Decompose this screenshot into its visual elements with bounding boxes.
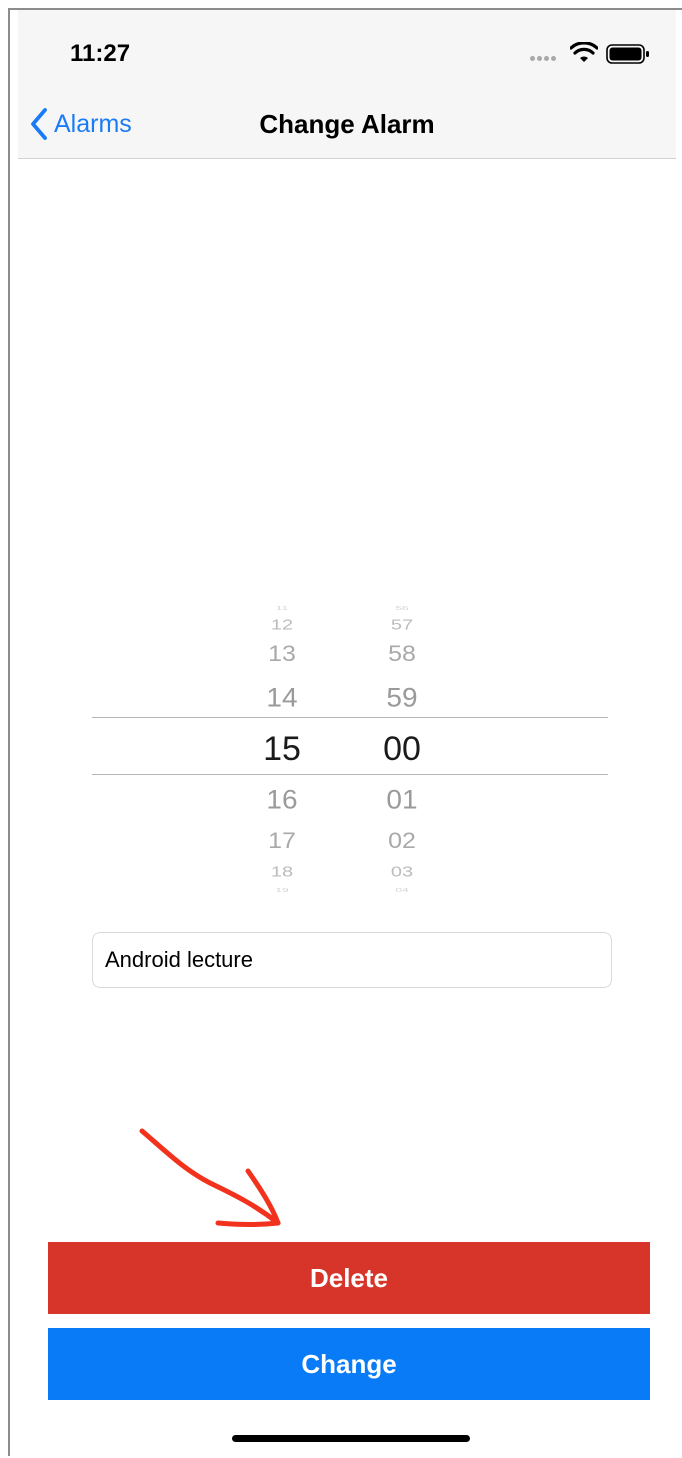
alarm-label-input[interactable]: Android lecture	[92, 932, 612, 988]
hour-option[interactable]: 12	[222, 618, 342, 632]
wifi-icon	[570, 42, 598, 62]
minute-option[interactable]: 59	[342, 684, 462, 712]
minute-option[interactable]: 03	[342, 865, 462, 879]
minute-option[interactable]: 04	[342, 887, 462, 892]
hour-option[interactable]: 18	[222, 865, 342, 879]
change-button[interactable]: Change	[48, 1328, 650, 1400]
hour-option[interactable]: 14	[222, 684, 342, 712]
hour-wheel[interactable]: 11 12 13 14 15 16 17 18 19	[222, 600, 342, 900]
battery-icon	[606, 44, 649, 64]
minute-wheel[interactable]: 56 57 58 59 00 01 02 03 04	[342, 600, 462, 900]
page-title: Change Alarm	[259, 109, 435, 139]
hour-option[interactable]: 16	[222, 786, 342, 814]
minute-option[interactable]: 58	[342, 643, 462, 666]
hour-option[interactable]: 19	[222, 887, 342, 892]
hour-option[interactable]: 17	[222, 830, 342, 853]
status-icons	[530, 42, 660, 66]
home-indicator[interactable]	[232, 1435, 470, 1442]
minute-option[interactable]: 57	[342, 618, 462, 632]
minute-option[interactable]: 01	[342, 786, 462, 814]
delete-button[interactable]: Delete	[48, 1242, 650, 1314]
signal-dots-icon	[530, 56, 562, 62]
hour-option[interactable]: 13	[222, 643, 342, 666]
minute-option[interactable]: 02	[342, 830, 462, 853]
hour-option[interactable]: 11	[222, 605, 342, 610]
status-time: 11:27	[70, 40, 131, 67]
time-picker[interactable]: 11 12 13 14 15 16 17 18 19 56 57 58 59 0…	[92, 600, 608, 900]
phone-screen: 11:27 Alarms Change Alarm 11 12 13 14 15…	[8, 8, 682, 1456]
minute-option[interactable]: 56	[342, 605, 462, 610]
red-arrow-annotation	[139, 1128, 281, 1227]
minute-selected[interactable]: 00	[342, 732, 462, 766]
hour-selected[interactable]: 15	[222, 732, 342, 766]
